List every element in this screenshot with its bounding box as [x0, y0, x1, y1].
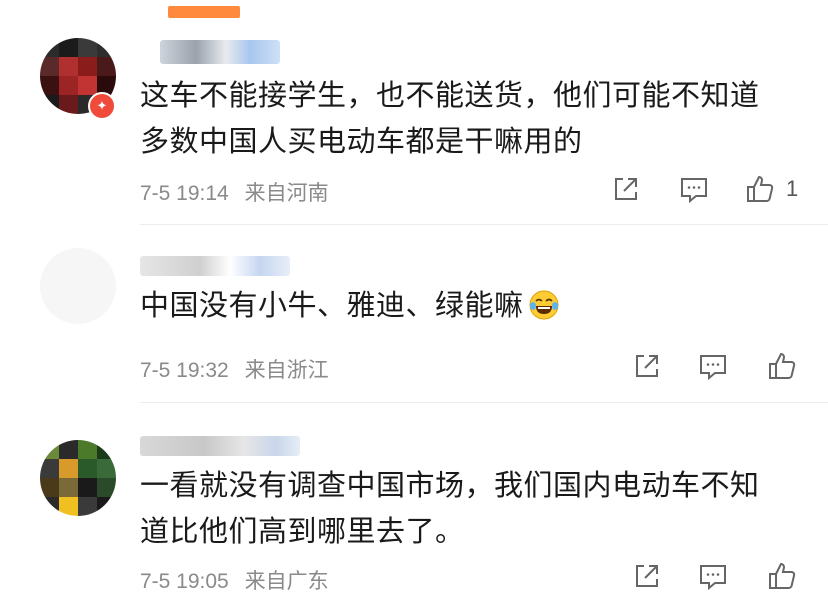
avatar[interactable]	[40, 440, 116, 516]
thumbs-up-icon[interactable]	[745, 174, 775, 204]
comment-text: 中国没有小牛、雅迪、绿能嘛	[140, 282, 800, 328]
verified-badge-icon: ✦	[88, 92, 116, 120]
like-count: 1	[786, 176, 799, 201]
comment-text: 一看就没有调查中国市场，我们国内电动车不知 道比他们高到哪里去了。	[140, 468, 760, 548]
comment-actions	[0, 174, 828, 204]
divider	[140, 224, 828, 225]
divider	[140, 402, 828, 403]
share-icon[interactable]	[632, 561, 662, 591]
username[interactable]	[140, 256, 290, 276]
comment-icon[interactable]	[698, 351, 728, 381]
laughing-tears-emoji	[528, 288, 560, 320]
comment-text: 这车不能接学生，也不能送货，他们可能不知道 多数中国人买电动车都是干嘛用的	[140, 78, 760, 158]
username[interactable]	[160, 40, 280, 64]
avatar[interactable]	[40, 248, 116, 324]
comment-actions	[0, 351, 828, 381]
comment-icon[interactable]	[679, 174, 709, 204]
username[interactable]	[140, 436, 300, 456]
thumbs-up-icon[interactable]	[767, 561, 797, 591]
top-accent-bar	[168, 6, 240, 18]
share-icon[interactable]	[611, 174, 641, 204]
comment-actions	[0, 561, 828, 591]
share-icon[interactable]	[632, 351, 662, 381]
thumbs-up-icon[interactable]	[767, 351, 797, 381]
comment-icon[interactable]	[698, 561, 728, 591]
